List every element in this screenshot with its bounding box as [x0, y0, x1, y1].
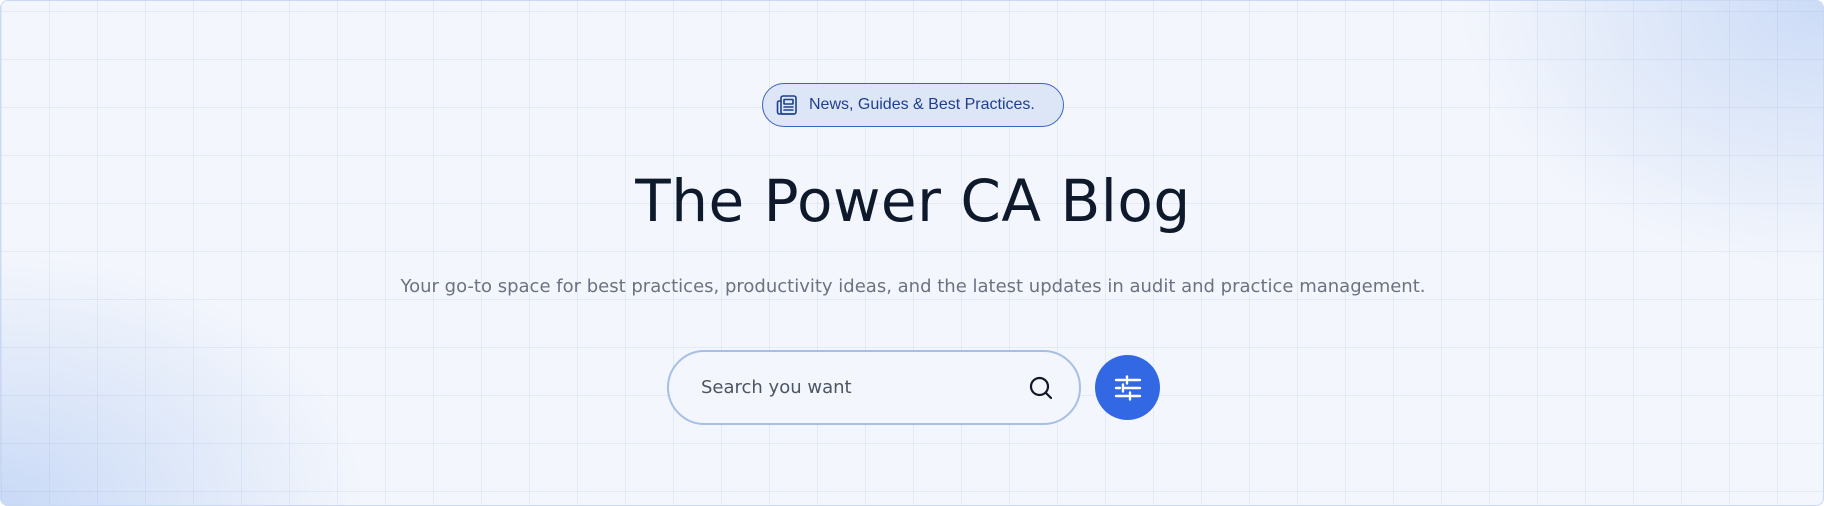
- background-grid: [1, 1, 1823, 505]
- search-box: [667, 350, 1081, 425]
- sliders-icon: [1114, 374, 1141, 401]
- page-title: The Power CA Blog: [635, 167, 1191, 235]
- page-subtitle: Your go-to space for best practices, pro…: [400, 276, 1426, 297]
- search-input[interactable]: [699, 367, 1027, 408]
- search-icon[interactable]: [1027, 374, 1055, 402]
- blog-hero: News, Guides & Best Practices. The Power…: [0, 0, 1824, 506]
- category-badge: News, Guides & Best Practices.: [762, 83, 1064, 127]
- filter-button[interactable]: [1095, 355, 1160, 420]
- badge-label: News, Guides & Best Practices.: [809, 96, 1035, 113]
- newspaper-icon: [776, 95, 797, 115]
